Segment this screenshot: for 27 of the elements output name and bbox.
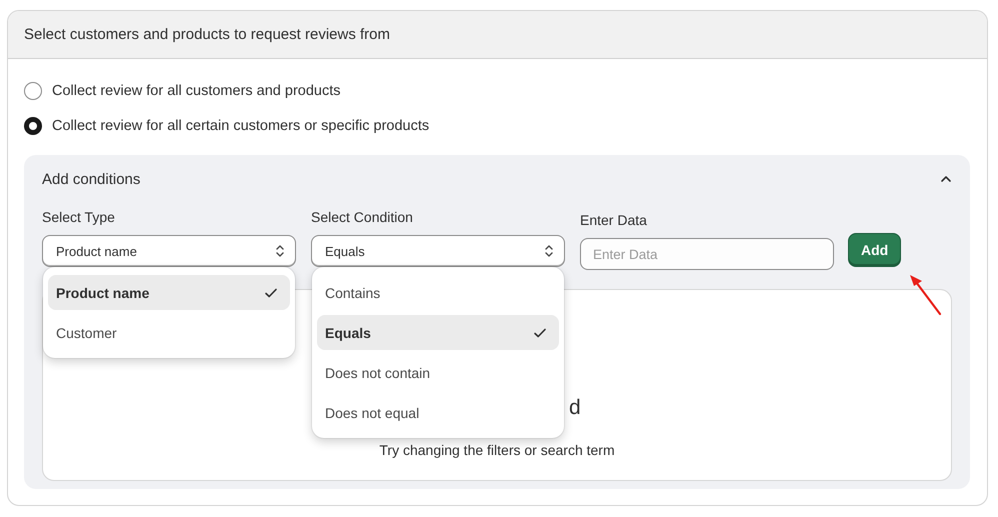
sort-arrows-icon: [544, 243, 554, 259]
dropdown-option[interactable]: Product name: [48, 275, 290, 310]
chevron-icon[interactable]: [940, 175, 952, 183]
select-field[interactable]: Product name: [42, 235, 296, 267]
field-label: Select Condition: [311, 209, 414, 227]
annotation-arrow: [910, 275, 942, 316]
radio-label: Collect review for all certain customers or specific products: [52, 118, 430, 134]
empty-state-title: d: [569, 396, 581, 420]
field-label: Enter Data: [580, 212, 648, 230]
panel-title: Add conditions: [42, 170, 140, 188]
empty-state-text: Try changing the filters or search term: [379, 442, 615, 458]
add-button[interactable]: Add: [848, 233, 902, 267]
dropdown-option[interactable]: Contains: [317, 275, 559, 310]
checkmark-icon: [533, 326, 547, 338]
radio-button[interactable]: [24, 82, 42, 100]
radio-label: Collect review for all customers and products: [52, 82, 341, 98]
dropdown-option[interactable]: Does not contain: [317, 355, 559, 390]
dropdown-option[interactable]: Customer: [48, 315, 290, 350]
select-field[interactable]: Equals: [311, 235, 565, 267]
field-label: Select Type: [42, 209, 116, 227]
radio-button[interactable]: [24, 116, 42, 134]
dropdown-option[interactable]: Does not equal: [317, 395, 559, 430]
input-field[interactable]: Enter Data: [580, 238, 834, 270]
checkmark-icon: [264, 286, 278, 298]
card-title: Select customers and products to request reviews from: [24, 26, 390, 43]
dropdown-option[interactable]: Equals: [317, 315, 559, 350]
sort-arrows-icon: [275, 243, 285, 259]
